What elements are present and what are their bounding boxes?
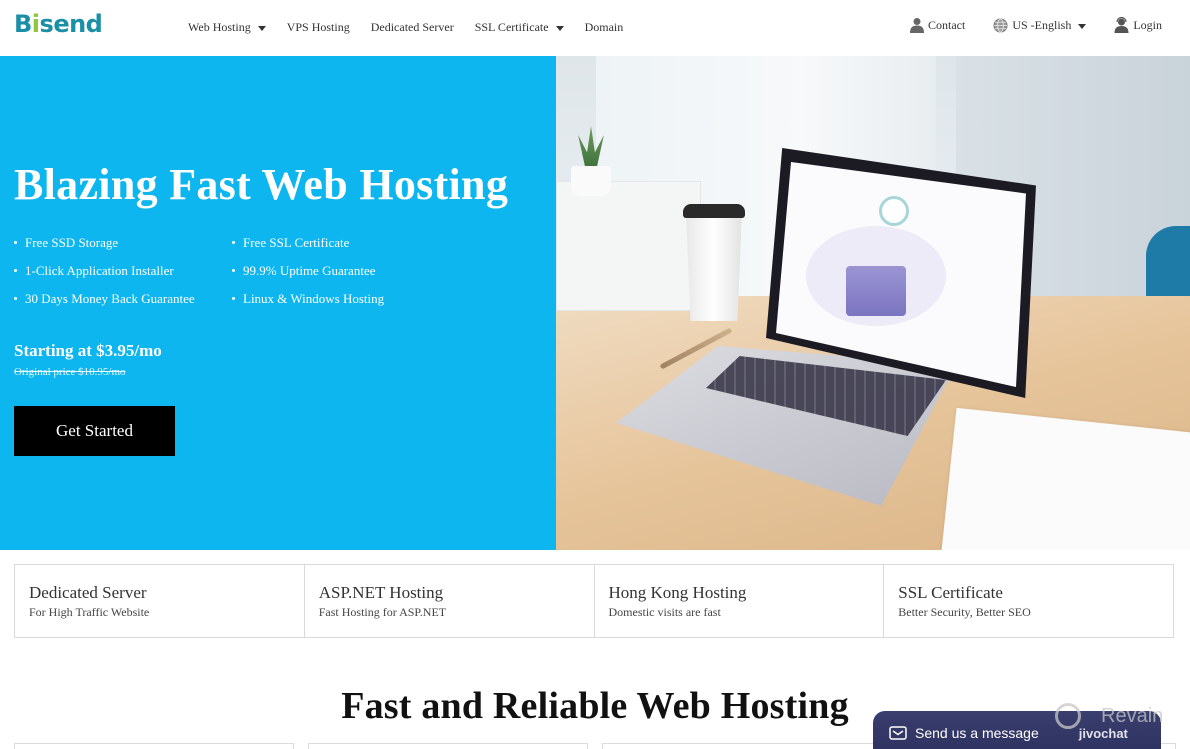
bullet-icon xyxy=(14,241,17,244)
hero-title: Blazing Fast Web Hosting xyxy=(14,160,509,209)
gear-icon xyxy=(879,196,909,226)
service-aspnet-hosting[interactable]: ASP.NET Hosting Fast Hosting for ASP.NET xyxy=(305,565,595,637)
hero-banner: Blazing Fast Web Hosting Free SSD Storag… xyxy=(0,56,1190,550)
revain-logo-icon xyxy=(1055,703,1081,729)
contact-link[interactable]: Contact xyxy=(909,17,965,33)
feature-item: Free SSL Certificate xyxy=(232,234,432,251)
get-started-button[interactable]: Get Started xyxy=(14,406,175,456)
feature-item: 30 Days Money Back Guarantee xyxy=(14,290,232,307)
envelope-icon xyxy=(889,726,907,740)
bullet-icon xyxy=(232,297,235,300)
original-price: Original price $10.95/mo xyxy=(14,366,126,378)
coffee-cup xyxy=(686,211,742,321)
service-ssl-certificate[interactable]: SSL Certificate Better Security, Better … xyxy=(884,565,1173,637)
hero-content: Blazing Fast Web Hosting Free SSD Storag… xyxy=(0,56,556,550)
feature-item: Linux & Windows Hosting xyxy=(232,290,432,307)
starting-price: Starting at $3.95/mo xyxy=(14,341,162,360)
nav-vps-hosting[interactable]: VPS Hosting xyxy=(287,20,350,35)
server-illustration xyxy=(846,266,906,316)
nav-web-hosting[interactable]: Web Hosting xyxy=(188,20,266,35)
language-selector[interactable]: US -English xyxy=(993,17,1087,33)
login-link[interactable]: Login xyxy=(1114,17,1162,33)
plant-pot xyxy=(571,166,611,196)
nav-domain[interactable]: Domain xyxy=(585,20,624,35)
chat-label: Send us a message xyxy=(915,725,1039,741)
chevron-down-icon xyxy=(555,26,564,31)
chevron-down-icon xyxy=(257,26,266,31)
plan-card xyxy=(14,743,294,749)
bullet-icon xyxy=(14,269,17,272)
utility-nav: Contact US -English Login xyxy=(882,17,1162,33)
service-dedicated-server[interactable]: Dedicated Server For High Traffic Websit… xyxy=(15,565,305,637)
hero-image-laptop-on-desk xyxy=(556,56,1190,550)
globe-icon xyxy=(993,17,1008,33)
plan-card xyxy=(602,743,882,749)
service-hong-kong-hosting[interactable]: Hong Kong Hosting Domestic visits are fa… xyxy=(595,565,885,637)
bisend-logo[interactable]: Bisend xyxy=(14,10,103,38)
nav-ssl-certificate[interactable]: SSL Certificate xyxy=(475,20,564,35)
services-strip: Dedicated Server For High Traffic Websit… xyxy=(14,564,1174,638)
bullet-icon xyxy=(232,241,235,244)
chevron-down-icon xyxy=(1078,23,1087,29)
main-nav: Web Hosting VPS Hosting Dedicated Server… xyxy=(188,20,644,35)
storage-box xyxy=(556,181,701,311)
revain-watermark: Revain xyxy=(1055,703,1163,729)
nav-dedicated-server[interactable]: Dedicated Server xyxy=(371,20,454,35)
plan-card xyxy=(308,743,588,749)
feature-item: Free SSD Storage xyxy=(14,234,232,251)
user-icon xyxy=(909,18,924,33)
paper-sheet xyxy=(940,407,1190,550)
feature-item: 1-Click Application Installer xyxy=(14,262,232,279)
coffee-cup-lid xyxy=(683,204,745,218)
feature-list: Free SSD Storage Free SSL Certificate 1-… xyxy=(14,234,434,307)
feature-item: 99.9% Uptime Guarantee xyxy=(232,262,432,279)
site-header: Bisend Web Hosting VPS Hosting Dedicated… xyxy=(0,0,1190,56)
bullet-icon xyxy=(232,269,235,272)
support-agent-icon xyxy=(1114,17,1129,33)
bullet-icon xyxy=(14,297,17,300)
